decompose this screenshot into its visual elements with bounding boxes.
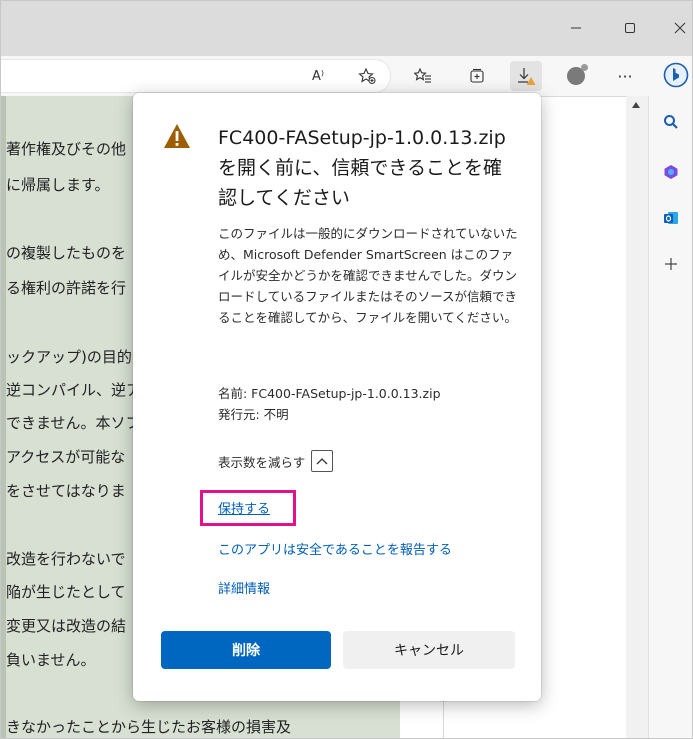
favorites-button[interactable] [410, 64, 436, 88]
dialog-message: このファイルは一般的にダウンロードされていないため、Microsoft Defe… [218, 226, 518, 325]
shapes-icon [664, 165, 678, 179]
collections-icon [470, 68, 484, 83]
show-less-row: 表示数を減らす [218, 450, 334, 472]
download-warning-icon [518, 68, 536, 85]
address-bar[interactable] [0, 59, 391, 93]
star-plus-icon [358, 67, 376, 84]
content-line: 負いません。 [6, 651, 96, 669]
report-safe-link[interactable]: このアプリは安全であることを報告する [218, 539, 452, 558]
keep-link[interactable]: 保持する [218, 498, 270, 517]
edge-sidebar [648, 96, 693, 739]
favorites-icon [414, 67, 431, 83]
profile-button[interactable] [563, 64, 589, 88]
content-line: アクセスが可能な [6, 448, 126, 466]
sidebar-search-button[interactable] [659, 110, 683, 134]
title-bar [0, 0, 693, 56]
close-window-button[interactable] [666, 14, 693, 42]
browser-toolbar: A⁾ ··· [0, 56, 693, 97]
content-line: 変更又は改造の結 [6, 617, 127, 635]
close-icon [674, 22, 686, 34]
minimize-button[interactable] [562, 14, 590, 42]
bing-chat-button[interactable] [662, 60, 690, 90]
sidebar-tools-button[interactable] [659, 160, 683, 184]
more-icon: ··· [617, 66, 633, 86]
outlook-icon [664, 212, 678, 224]
minimize-icon [571, 27, 581, 29]
downloads-button[interactable] [510, 61, 542, 91]
bing-icon [663, 62, 689, 88]
page-scrollbar[interactable] [626, 96, 648, 739]
download-warning-dialog: FC400-FASetup-jp-1.0.0.13.zipを開く前に、信頼できる… [133, 93, 541, 701]
file-name: 名前: FC400-FASetup-jp-1.0.0.13.zip [218, 386, 441, 401]
chevron-up-icon [316, 458, 328, 465]
content-line: きなかったことから生じたお客様の損害及 [6, 718, 292, 736]
avatar [567, 64, 588, 85]
collections-button[interactable] [464, 64, 490, 88]
plus-icon [665, 258, 677, 270]
content-line: る権利の許諾を行 [6, 279, 127, 297]
content-line: に帰属します。 [6, 176, 110, 194]
settings-more-button[interactable]: ··· [612, 64, 638, 88]
content-line: の複製したものを [6, 244, 127, 262]
read-aloud-button[interactable]: A⁾ [305, 64, 331, 88]
show-less-label: 表示数を減らす [218, 454, 306, 470]
sidebar-outlook-button[interactable] [659, 206, 683, 230]
maximize-button[interactable] [616, 14, 644, 42]
show-less-button[interactable] [311, 450, 334, 472]
content-line: をさせてはなりま [6, 482, 126, 500]
add-favorite-button[interactable] [354, 64, 380, 88]
sidebar-add-button[interactable] [659, 252, 683, 276]
search-icon [664, 115, 678, 129]
content-line: 著作権及びその他 [6, 140, 127, 158]
content-line: ックアップ)の目的 [6, 348, 132, 366]
file-publisher: 発行元: 不明 [218, 407, 289, 422]
dialog-title: FC400-FASetup-jp-1.0.0.13.zipを開く前に、信頼できる… [218, 127, 506, 209]
content-line: 陥が生じたとして [6, 583, 126, 601]
cancel-button[interactable]: キャンセル [343, 631, 515, 669]
content-line: できません。本ソフ [6, 414, 141, 432]
content-line: 逆コンパイル、逆ア [6, 381, 142, 399]
file-info: 名前: FC400-FASetup-jp-1.0.0.13.zip 発行元: 不… [218, 383, 441, 425]
scroll-up-arrow-icon[interactable] [632, 102, 640, 108]
warning-icon [164, 124, 190, 148]
delete-button[interactable]: 削除 [161, 631, 331, 669]
more-info-link[interactable]: 詳細情報 [218, 578, 270, 597]
content-line: 改造を行わないで [6, 550, 126, 568]
read-aloud-icon: A⁾ [311, 68, 325, 84]
maximize-icon [625, 23, 635, 33]
